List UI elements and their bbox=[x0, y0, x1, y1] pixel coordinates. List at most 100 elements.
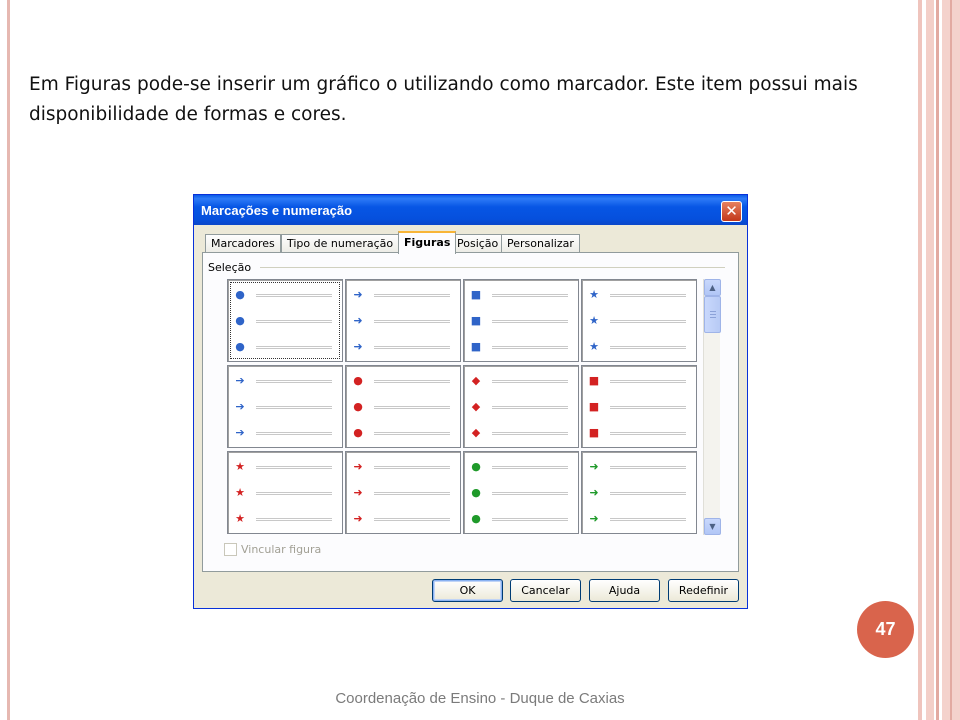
tab-tipo-de-numeracao[interactable]: Tipo de numeração bbox=[281, 234, 400, 253]
bullet-preview-row: ◆ bbox=[470, 375, 570, 388]
group-divider bbox=[260, 267, 725, 268]
dialog-titlebar[interactable]: Marcações e numeração ✕ bbox=[194, 195, 747, 225]
bullet-preview-row: ◆ bbox=[470, 401, 570, 414]
ball-bullet-icon: ● bbox=[353, 426, 363, 439]
bullet-preview-row: ■ bbox=[470, 288, 570, 302]
tab-figuras[interactable]: Figuras bbox=[398, 231, 457, 254]
preview-text-line bbox=[492, 518, 568, 521]
bullet-preview-row: ● bbox=[352, 401, 452, 414]
bullet-preview-row: ◆ bbox=[470, 426, 570, 440]
bullet-style-option[interactable]: ● ● ● bbox=[345, 365, 461, 448]
preview-text-line bbox=[492, 406, 568, 409]
preview-text-line bbox=[492, 294, 568, 297]
arrow-bullet-icon: ➜ bbox=[353, 340, 363, 353]
bullet-preview-row: ➜ bbox=[588, 486, 688, 500]
bullet-style-option[interactable]: ● ● ● bbox=[463, 451, 579, 534]
bullet-preview-row: ★ bbox=[234, 461, 334, 474]
diamond-arrow-bullet-icon: ◆ bbox=[471, 426, 481, 439]
bullet-preview-row: ➜ bbox=[352, 461, 452, 474]
star-bullet-icon: ★ bbox=[589, 314, 599, 327]
slide-body-text: Em Figuras pode-se inserir um gráfico o … bbox=[29, 74, 858, 125]
bullet-preview-row: ➜ bbox=[352, 486, 452, 500]
bullet-style-option[interactable]: ➜ ➜ ➜ bbox=[345, 451, 461, 534]
scroll-down-button[interactable]: ▼ bbox=[704, 518, 721, 535]
close-button[interactable]: ✕ bbox=[721, 201, 742, 222]
bullet-style-option[interactable]: ★ ★ ★ bbox=[581, 279, 697, 362]
bullet-style-option[interactable]: ■ ■ ■ bbox=[581, 365, 697, 448]
preview-text-line bbox=[610, 320, 686, 323]
bullet-preview-row: ■ bbox=[470, 341, 570, 354]
bullet-preview-row: ➜ bbox=[588, 460, 688, 474]
ball-bullet-icon: ● bbox=[471, 460, 481, 473]
preview-text-line bbox=[374, 406, 450, 409]
bullet-style-option[interactable]: ■ ■ ■ bbox=[463, 279, 579, 362]
bullet-preview-row: ➜ bbox=[352, 314, 452, 328]
bullet-preview-row: ■ bbox=[588, 427, 688, 440]
preview-text-line bbox=[256, 346, 332, 349]
selection-group-label: Seleção bbox=[208, 261, 255, 274]
ball-bullet-icon: ● bbox=[471, 512, 481, 525]
ball-bullet-icon: ● bbox=[471, 486, 481, 499]
tab-posicao[interactable]: Posição bbox=[451, 234, 505, 253]
tab-personalizar[interactable]: Personalizar bbox=[501, 234, 580, 253]
preview-text-line bbox=[610, 406, 686, 409]
right-decorative-band bbox=[936, 0, 939, 720]
star-bullet-icon: ★ bbox=[589, 340, 599, 353]
preview-text-line bbox=[374, 380, 450, 383]
preview-text-line bbox=[610, 380, 686, 383]
ok-button[interactable]: OK bbox=[432, 579, 503, 602]
square-bullet-icon: ■ bbox=[470, 288, 482, 301]
help-button[interactable]: Ajuda bbox=[589, 579, 660, 602]
preview-text-line bbox=[256, 294, 332, 297]
slide-footer: Coordenação de Ensino - Duque de Caxias bbox=[335, 690, 625, 707]
scroll-up-button[interactable]: ▲ bbox=[704, 279, 721, 296]
ball-bullet-icon: ● bbox=[235, 314, 245, 327]
thumb-grip bbox=[710, 317, 716, 318]
scroll-thumb[interactable] bbox=[704, 296, 721, 333]
bullet-style-option[interactable]: ➜ ➜ ➜ bbox=[345, 279, 461, 362]
link-figure-option[interactable]: Vincular figura bbox=[224, 543, 321, 556]
arrow-bullet-icon: ➜ bbox=[353, 486, 363, 499]
preview-text-line bbox=[492, 380, 568, 383]
arrow-bullet-icon: ➜ bbox=[353, 288, 363, 301]
bullet-preview-row: ➜ bbox=[352, 513, 452, 526]
bullet-preview-row: ➔ bbox=[234, 427, 334, 440]
bullet-preview-row: ● bbox=[352, 375, 452, 388]
right-decorative-band bbox=[950, 0, 952, 720]
arrow-down-bullet-icon: ➜ bbox=[589, 460, 599, 473]
preview-text-line bbox=[256, 492, 332, 495]
bullet-style-option[interactable]: ● ● ● bbox=[227, 279, 343, 362]
bullet-style-option[interactable]: ◆ ◆ ◆ bbox=[463, 365, 579, 448]
bullet-style-option[interactable]: ★ ★ ★ bbox=[227, 451, 343, 534]
bullet-preview-row: ➔ bbox=[234, 400, 334, 414]
thumb-grip bbox=[710, 314, 716, 315]
bullet-preview-row: ● bbox=[470, 512, 570, 526]
bullet-preview-row: ■ bbox=[588, 375, 688, 388]
bullet-style-option[interactable]: ➜ ➜ ➜ bbox=[581, 451, 697, 534]
reset-button[interactable]: Redefinir bbox=[668, 579, 739, 602]
tab-marcadores[interactable]: Marcadores bbox=[205, 234, 281, 253]
bullet-style-option[interactable]: ➔ ➔ ➔ bbox=[227, 365, 343, 448]
preview-text-line bbox=[492, 432, 568, 435]
arrow-down-bullet-icon: ➜ bbox=[589, 486, 599, 499]
close-icon: ✕ bbox=[725, 202, 738, 220]
preview-text-line bbox=[610, 294, 686, 297]
preview-text-line bbox=[374, 518, 450, 521]
preview-text-line bbox=[492, 320, 568, 323]
arrow-right-bullet-icon: ➔ bbox=[235, 400, 245, 413]
bullet-preview-row: ■ bbox=[588, 401, 688, 414]
preview-text-line bbox=[374, 294, 450, 297]
link-figure-checkbox[interactable] bbox=[224, 543, 237, 556]
cancel-button[interactable]: Cancelar bbox=[510, 579, 581, 602]
preview-text-line bbox=[610, 492, 686, 495]
bullet-preview-row: ● bbox=[352, 426, 452, 440]
preview-text-line bbox=[374, 466, 450, 469]
arrow-bullet-icon: ➜ bbox=[353, 314, 363, 327]
bullet-preview-row: ■ bbox=[470, 315, 570, 328]
preview-text-line bbox=[374, 320, 450, 323]
bullet-preview-row: ● bbox=[234, 314, 334, 328]
preview-text-line bbox=[610, 432, 686, 435]
preview-text-line bbox=[610, 518, 686, 521]
gallery-scrollbar[interactable]: ▲ ▼ bbox=[703, 279, 721, 535]
bullets-numbering-dialog: Marcações e numeração ✕ Marcadores Tipo … bbox=[193, 194, 748, 609]
